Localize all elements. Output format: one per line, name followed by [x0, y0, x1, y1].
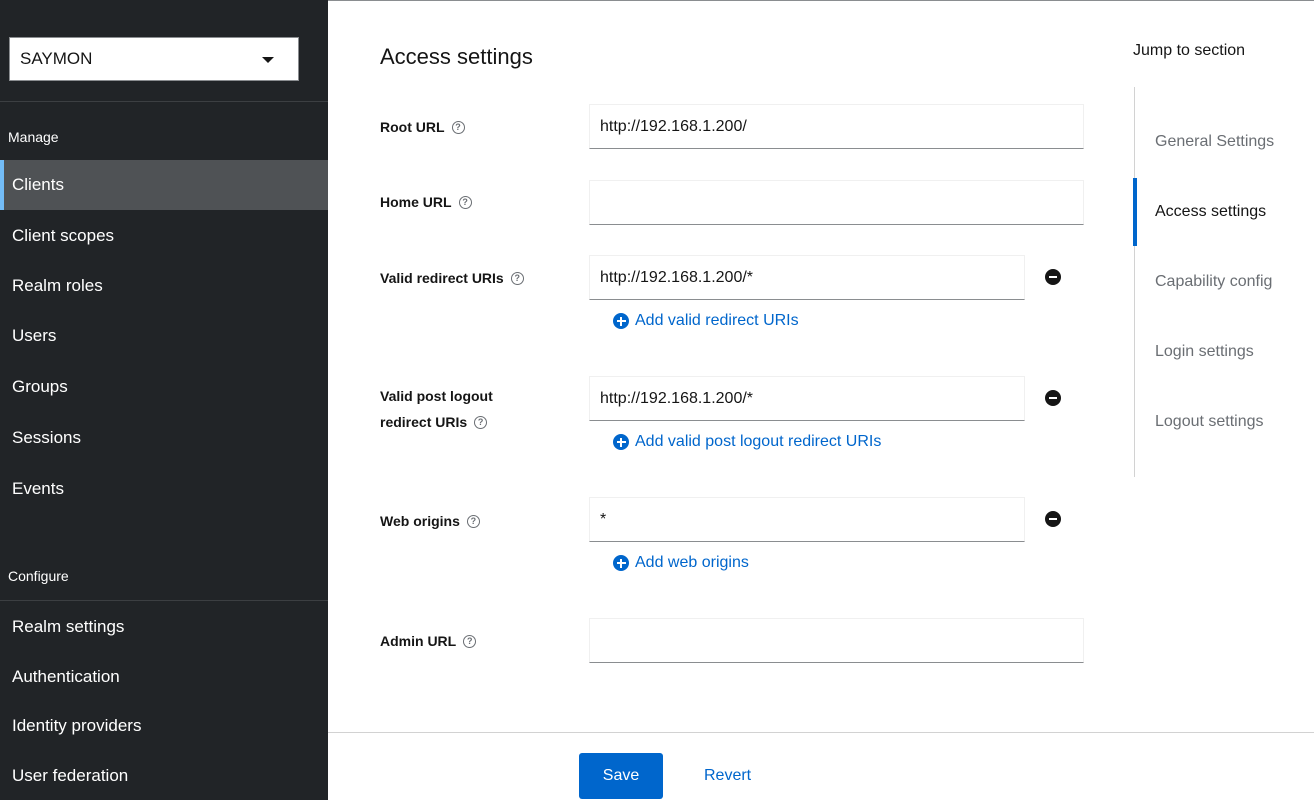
post-logout-input[interactable]: [589, 376, 1025, 421]
realm-selector[interactable]: SAYMON: [9, 37, 299, 81]
sidebar-item-user-federation[interactable]: User federation: [0, 751, 328, 800]
sidebar-item-label: Realm roles: [12, 276, 103, 295]
section-title: Access settings: [380, 44, 533, 69]
jump-title: Jump to section: [1133, 42, 1246, 59]
sidebar-item-label: User federation: [12, 766, 129, 785]
sidebar-item-label: Users: [12, 326, 57, 345]
sidebar-item-label: Identity providers: [12, 716, 142, 735]
plus-circle-icon: [613, 555, 629, 571]
jump-item-capability-config[interactable]: Capability config: [1155, 273, 1272, 291]
post-logout-label-line2: redirect URIs: [380, 414, 468, 430]
help-icon[interactable]: ?: [510, 271, 524, 285]
sidebar-item-users[interactable]: Users: [0, 311, 328, 361]
home-url-label-text: Home URL: [380, 194, 452, 210]
sidebar-item-label: Sessions: [12, 428, 81, 447]
sidebar-item-label: Groups: [12, 377, 68, 396]
valid-redirect-label: Valid redirect URIs?: [380, 261, 524, 295]
sidebar-item-clients[interactable]: Clients: [0, 160, 328, 210]
plus-circle-icon: [613, 434, 629, 450]
sidebar-item-label: Events: [12, 479, 64, 498]
sidebar-divider: [0, 600, 328, 601]
valid-redirect-input[interactable]: [589, 255, 1025, 300]
top-border: [328, 0, 1314, 1]
home-url-label: Home URL?: [380, 185, 472, 219]
remove-redirect-icon[interactable]: [1045, 269, 1061, 285]
admin-url-label-text: Admin URL: [380, 633, 457, 649]
app-root: SAYMON Manage Clients Client scopes Real…: [0, 0, 1314, 800]
home-url-input[interactable]: [589, 180, 1084, 225]
jump-item-general-settings[interactable]: General Settings: [1155, 133, 1274, 151]
sidebar: SAYMON Manage Clients Client scopes Real…: [0, 0, 328, 800]
admin-url-input[interactable]: [589, 618, 1084, 663]
realm-name: SAYMON: [20, 49, 93, 68]
remove-web-origin-icon[interactable]: [1045, 511, 1061, 527]
revert-button[interactable]: Revert: [694, 753, 761, 799]
web-origins-input[interactable]: [589, 497, 1025, 542]
footer-divider: [328, 732, 1314, 733]
help-icon[interactable]: ?: [474, 415, 488, 429]
post-logout-label: Valid post logout redirect URIs?: [380, 383, 493, 435]
remove-post-logout-icon[interactable]: [1045, 390, 1061, 406]
save-button[interactable]: Save: [579, 753, 663, 799]
root-url-label: Root URL?: [380, 110, 465, 144]
root-url-label-text: Root URL: [380, 119, 445, 135]
web-origins-label: Web origins?: [380, 504, 480, 538]
admin-url-label: Admin URL?: [380, 624, 477, 658]
help-icon[interactable]: ?: [451, 120, 465, 134]
sidebar-item-realm-roles[interactable]: Realm roles: [0, 261, 328, 311]
jump-active-indicator: [1133, 178, 1137, 246]
add-web-origins-link[interactable]: Add web origins: [613, 554, 749, 572]
post-logout-label-line1: Valid post logout: [380, 388, 493, 404]
sidebar-item-sessions[interactable]: Sessions: [0, 413, 328, 463]
jump-rail: [1134, 87, 1135, 477]
help-icon[interactable]: ?: [458, 195, 472, 209]
sidebar-item-label: Client scopes: [12, 226, 115, 245]
jump-item-login-settings[interactable]: Login settings: [1155, 343, 1254, 361]
jump-item-access-settings[interactable]: Access settings: [1155, 203, 1266, 221]
sidebar-item-label: Authentication: [12, 667, 120, 686]
sidebar-item-groups[interactable]: Groups: [0, 362, 328, 412]
add-post-logout-label: Add valid post logout redirect URIs: [635, 433, 882, 450]
sidebar-item-client-scopes[interactable]: Client scopes: [0, 211, 328, 261]
add-redirect-label: Add valid redirect URIs: [635, 312, 799, 329]
caret-down-icon: [262, 57, 274, 63]
sidebar-item-events[interactable]: Events: [0, 464, 328, 514]
web-origins-label-text: Web origins: [380, 513, 460, 529]
help-icon[interactable]: ?: [466, 514, 480, 528]
valid-redirect-label-text: Valid redirect URIs: [380, 270, 504, 286]
configure-heading: Configure: [8, 568, 69, 584]
sidebar-item-realm-settings[interactable]: Realm settings: [0, 602, 328, 652]
manage-heading: Manage: [8, 129, 59, 145]
sidebar-item-authentication[interactable]: Authentication: [0, 652, 328, 702]
root-url-input[interactable]: [589, 104, 1084, 149]
add-web-origins-label: Add web origins: [635, 554, 749, 571]
sidebar-divider: [0, 101, 328, 102]
sidebar-item-label: Realm settings: [12, 617, 125, 636]
sidebar-item-identity-providers[interactable]: Identity providers: [0, 701, 328, 751]
plus-circle-icon: [613, 313, 629, 329]
sidebar-item-label: Clients: [12, 175, 64, 194]
help-icon[interactable]: ?: [463, 634, 477, 648]
add-redirect-link[interactable]: Add valid redirect URIs: [613, 312, 799, 330]
add-post-logout-link[interactable]: Add valid post logout redirect URIs: [613, 433, 881, 451]
jump-item-logout-settings[interactable]: Logout settings: [1155, 413, 1264, 431]
